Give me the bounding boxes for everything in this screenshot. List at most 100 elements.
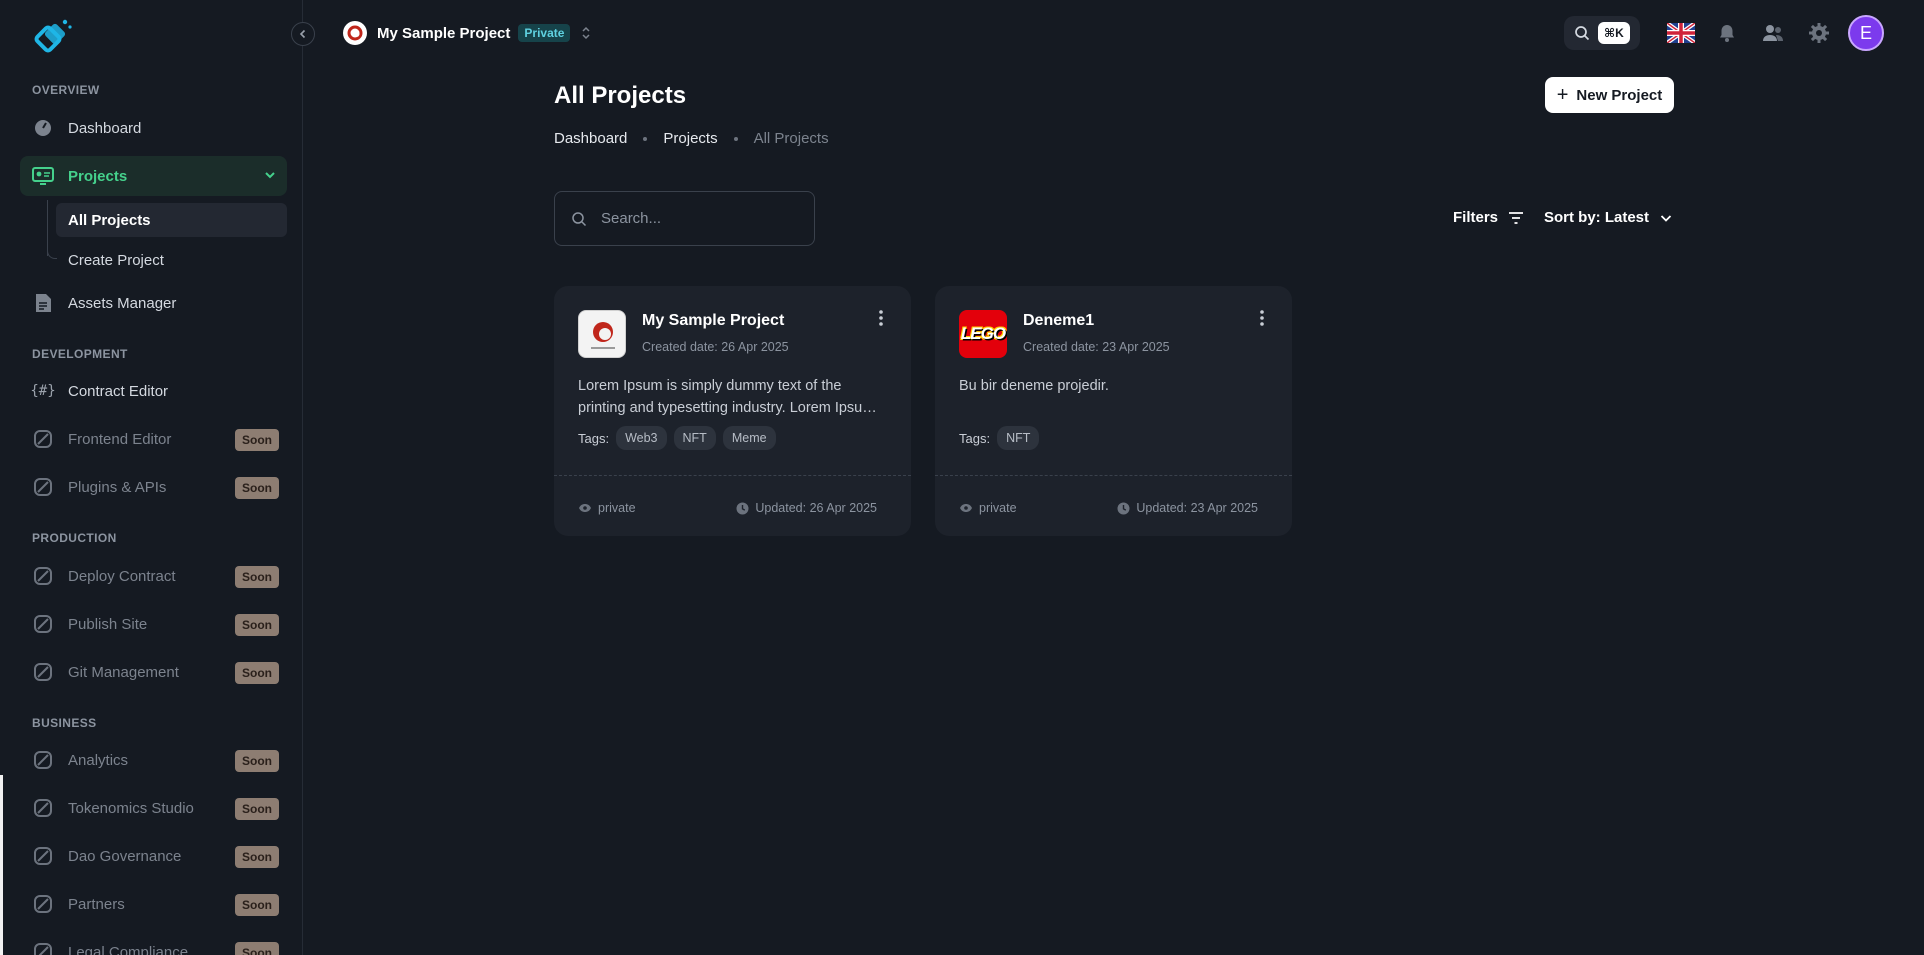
- project-title[interactable]: Deneme1: [1023, 312, 1094, 330]
- visibility-text: private: [598, 501, 636, 515]
- disabled-icon: [32, 661, 54, 683]
- sidebar-subitem-create-project[interactable]: Create Project: [56, 243, 287, 277]
- notifications-button[interactable]: [1710, 16, 1744, 50]
- contacts-button[interactable]: [1756, 16, 1790, 50]
- sidebar-item-analytics[interactable]: Analytics Soon: [20, 740, 287, 780]
- eye-icon: [579, 504, 591, 512]
- disabled-icon: [32, 941, 54, 955]
- sidebar-item-publish-site[interactable]: Publish Site Soon: [20, 604, 287, 644]
- sidebar-item-dashboard[interactable]: Dashboard: [20, 108, 287, 148]
- project-created-date: Created date: 26 Apr 2025: [642, 340, 789, 354]
- chevron-updown-icon: [582, 26, 590, 40]
- page-title: All Projects: [554, 82, 687, 109]
- card-menu-button[interactable]: [1252, 306, 1272, 330]
- project-created-date: Created date: 23 Apr 2025: [1023, 340, 1170, 354]
- section-title-business: BUSINESS: [32, 716, 97, 730]
- sidebar-item-partners[interactable]: Partners Soon: [20, 884, 287, 924]
- project-updated: Updated: 26 Apr 2025: [736, 501, 877, 515]
- project-description: Lorem Ipsum is simply dummy text of the …: [578, 378, 875, 416]
- language-button[interactable]: [1664, 16, 1698, 50]
- project-avatar: [343, 21, 367, 45]
- eye-icon: [960, 504, 972, 512]
- chevron-down-icon: [265, 172, 275, 179]
- disabled-icon: [32, 476, 54, 498]
- section-title-overview: OVERVIEW: [32, 83, 100, 97]
- disabled-icon: [32, 613, 54, 635]
- sidebar-item-label: Frontend Editor: [68, 430, 172, 448]
- breadcrumb-dashboard[interactable]: Dashboard: [554, 130, 627, 147]
- sidebar-item-contract-editor[interactable]: {#} Contract Editor: [20, 371, 287, 411]
- breadcrumb-separator: [733, 136, 738, 141]
- top-bar: My Sample Project Private ⌘K E: [303, 0, 1924, 66]
- sidebar-collapse-button[interactable]: [291, 22, 315, 46]
- soon-badge: Soon: [235, 477, 279, 499]
- breadcrumb-current: All Projects: [753, 130, 829, 147]
- sidebar-item-deploy-contract[interactable]: Deploy Contract Soon: [20, 556, 287, 596]
- user-avatar[interactable]: E: [1848, 15, 1884, 51]
- sidebar-item-dao-governance[interactable]: Dao Governance Soon: [20, 836, 287, 876]
- project-card[interactable]: LEGO Deneme1 Created date: 23 Apr 2025 B…: [935, 286, 1292, 536]
- main-content: All Projects + New Project Dashboard Pro…: [303, 66, 1924, 955]
- sidebar-item-git-management[interactable]: Git Management Soon: [20, 652, 287, 692]
- sidebar-item-frontend-editor[interactable]: Frontend Editor Soon: [20, 419, 287, 459]
- card-menu-button[interactable]: [871, 306, 891, 330]
- sidebar-item-legal-compliance[interactable]: Legal Compliance Soon: [20, 932, 287, 955]
- bell-icon: [1720, 25, 1734, 42]
- global-search-button[interactable]: ⌘K: [1564, 16, 1640, 50]
- app-root: OVERVIEW Dashboard Projects All Projects…: [0, 0, 1924, 955]
- project-updated: Updated: 23 Apr 2025: [1117, 501, 1258, 515]
- sidebar-item-plugins-apis[interactable]: Plugins & APIs Soon: [20, 467, 287, 507]
- sidebar-subitem-all-projects[interactable]: All Projects: [56, 203, 287, 237]
- sidebar-item-label: Publish Site: [68, 615, 148, 633]
- sidebar-item-projects[interactable]: Projects: [20, 156, 287, 196]
- sort-label: Sort by: Latest: [1544, 209, 1650, 226]
- more-vertical-icon: [1260, 310, 1264, 326]
- project-logo: [578, 310, 626, 358]
- sidebar-item-tokenomics-studio[interactable]: Tokenomics Studio Soon: [20, 788, 287, 828]
- hash-code-icon: {#}: [30, 383, 56, 399]
- new-project-button[interactable]: + New Project: [1545, 77, 1674, 113]
- project-logo: LEGO: [959, 310, 1007, 358]
- document-icon: [32, 292, 54, 314]
- sidebar-item-assets-manager[interactable]: Assets Manager: [20, 283, 287, 323]
- sidebar-item-label: Tokenomics Studio: [68, 799, 194, 817]
- visibility-badge: Private: [518, 24, 571, 42]
- more-vertical-icon: [879, 310, 883, 326]
- soon-badge: Soon: [235, 798, 279, 820]
- chevron-left-icon: [299, 29, 306, 39]
- project-logo-text: LEGO: [960, 324, 1006, 343]
- sidebar-item-label: Dashboard: [68, 119, 142, 137]
- project-tags: Tags: Web3 NFT Meme: [578, 426, 776, 450]
- project-visibility: private: [578, 501, 636, 515]
- speedometer-icon: [32, 117, 54, 139]
- users-icon: [1763, 25, 1783, 41]
- tags-label: Tags:: [578, 430, 610, 446]
- settings-button[interactable]: [1802, 16, 1836, 50]
- updated-text: Updated: 23 Apr 2025: [1136, 501, 1258, 515]
- tag-chip: NFT: [997, 426, 1040, 450]
- filter-icon: [1509, 211, 1524, 224]
- tag-chip: Web3: [616, 426, 667, 450]
- search-input[interactable]: [601, 210, 791, 227]
- plus-icon: +: [1556, 83, 1569, 106]
- soon-badge: Soon: [235, 894, 279, 916]
- sidebar-item-label: Plugins & APIs: [68, 478, 167, 496]
- app-logo-icon[interactable]: [30, 16, 74, 60]
- project-title[interactable]: My Sample Project: [642, 312, 784, 330]
- filters-label: Filters: [1453, 209, 1499, 226]
- updated-text: Updated: 26 Apr 2025: [755, 501, 877, 515]
- breadcrumb: Dashboard Projects All Projects: [554, 130, 829, 147]
- disabled-icon: [32, 893, 54, 915]
- disabled-icon: [32, 797, 54, 819]
- soon-badge: Soon: [235, 942, 279, 955]
- project-switcher[interactable]: My Sample Project Private: [343, 20, 592, 46]
- tags-label: Tags:: [959, 430, 991, 446]
- project-card[interactable]: My Sample Project Created date: 26 Apr 2…: [554, 286, 911, 536]
- window-edge: [0, 775, 3, 955]
- project-description: Bu bir deneme projedir.: [959, 378, 1109, 394]
- breadcrumb-projects[interactable]: Projects: [663, 130, 717, 147]
- disabled-icon: [32, 749, 54, 771]
- search-box[interactable]: [554, 191, 815, 246]
- sort-dropdown[interactable]: Sort by: Latest: [1544, 209, 1673, 226]
- filters-button[interactable]: Filters: [1453, 209, 1524, 226]
